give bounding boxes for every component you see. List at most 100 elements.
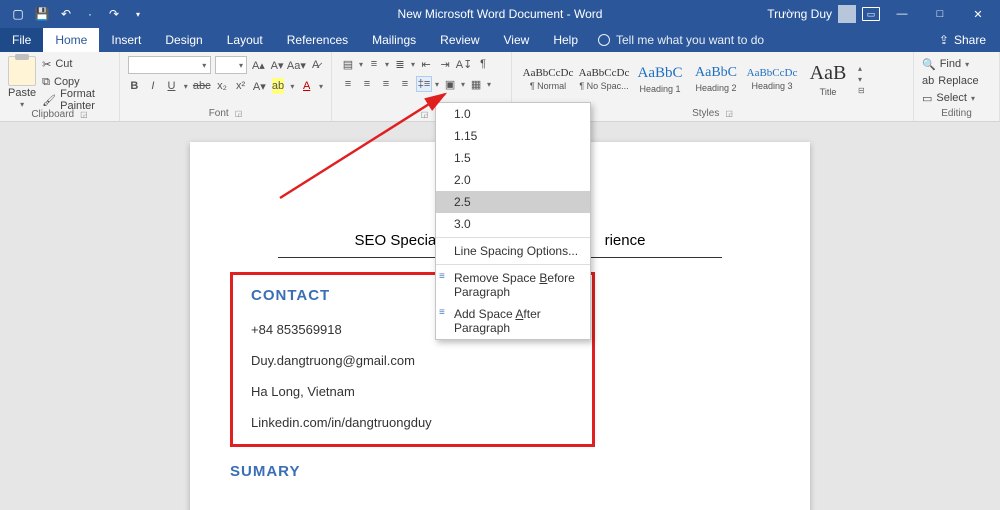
tab-insert[interactable]: Insert: [99, 28, 153, 52]
redo-icon[interactable]: ↷: [104, 7, 124, 21]
dialog-launcher-icon[interactable]: ◲: [235, 109, 243, 118]
tell-me-search[interactable]: Tell me what you want to do: [598, 28, 764, 52]
increase-indent-icon[interactable]: ⇥: [437, 56, 453, 72]
ribbon-display-options-icon[interactable]: ▭: [862, 7, 880, 21]
grow-font-icon[interactable]: A▴: [251, 57, 266, 73]
copy-label: Copy: [54, 76, 80, 88]
chevron-down-icon[interactable]: ▾: [487, 80, 491, 89]
chevron-down-icon: ▾: [971, 94, 975, 103]
group-clipboard: Paste ▾ ✂Cut ⧉Copy 🖌Format Painter Clipb…: [0, 52, 120, 121]
add-space-after[interactable]: ≡Add Space After Paragraph: [436, 303, 590, 339]
autosave-icon[interactable]: ▢: [8, 7, 28, 21]
chevron-down-icon[interactable]: ▾: [461, 80, 465, 89]
user-account[interactable]: Trường Duy: [767, 5, 856, 23]
tab-review[interactable]: Review: [428, 28, 491, 52]
align-left-icon[interactable]: ≡: [340, 76, 356, 92]
tab-design[interactable]: Design: [153, 28, 214, 52]
style-item[interactable]: AaBbCcDc¶ Normal: [520, 56, 576, 102]
text-effects-icon[interactable]: A▾: [253, 78, 266, 94]
minimize-button[interactable]: —: [886, 0, 918, 28]
subscript-button[interactable]: x₂: [216, 78, 229, 94]
line-spacing-option[interactable]: 1.15: [436, 125, 590, 147]
window-title: New Microsoft Word Document - Word: [398, 7, 603, 21]
show-marks-icon[interactable]: ¶: [475, 56, 491, 72]
dialog-launcher-icon[interactable]: ◲: [421, 110, 429, 119]
font-name-combo[interactable]: ▾: [128, 56, 211, 74]
remove-space-before[interactable]: ≡Remove Space Before Paragraph: [436, 267, 590, 303]
contact-linkedin: Linkedin.com/in/dangtruongduy: [251, 415, 574, 430]
line-spacing-option[interactable]: 2.0: [436, 169, 590, 191]
format-painter-button[interactable]: 🖌Format Painter: [42, 92, 111, 108]
cursor-icon: ▭: [922, 92, 932, 105]
chevron-down-icon[interactable]: ▾: [359, 60, 363, 69]
justify-icon[interactable]: ≡: [397, 76, 413, 92]
styles-more-icon[interactable]: ⊟: [858, 86, 874, 95]
paste-icon: [8, 56, 36, 86]
align-right-icon[interactable]: ≡: [378, 76, 394, 92]
tab-home[interactable]: Home: [43, 28, 99, 52]
bold-button[interactable]: B: [128, 78, 141, 94]
maximize-button[interactable]: □: [924, 0, 956, 28]
save-icon[interactable]: 💾: [32, 7, 52, 21]
share-button[interactable]: ⇪ Share: [925, 28, 1000, 52]
font-size-combo[interactable]: ▾: [215, 56, 247, 74]
strikethrough-button[interactable]: abc: [194, 78, 210, 94]
line-spacing-option[interactable]: 1.5: [436, 147, 590, 169]
multilevel-list-icon[interactable]: ≣: [392, 56, 408, 72]
clear-formatting-icon[interactable]: A̷: [308, 57, 323, 73]
dialog-launcher-icon[interactable]: ◲: [725, 109, 733, 118]
underline-button[interactable]: U: [165, 78, 178, 94]
close-button[interactable]: ✕: [962, 0, 994, 28]
superscript-button[interactable]: x²: [234, 78, 247, 94]
shading-icon[interactable]: ▣: [442, 76, 458, 92]
line-spacing-options[interactable]: Line Spacing Options...: [436, 240, 590, 262]
change-case-icon[interactable]: Aa▾: [288, 57, 304, 73]
doc-subtitle-left: SEO Specia: [355, 232, 437, 249]
style-item[interactable]: AaBbCcDc¶ No Spac...: [576, 56, 632, 102]
line-spacing-option[interactable]: 3.0: [436, 213, 590, 235]
chevron-down-icon[interactable]: ▾: [184, 82, 188, 91]
borders-icon[interactable]: ▦: [468, 76, 484, 92]
decrease-indent-icon[interactable]: ⇤: [418, 56, 434, 72]
select-button[interactable]: ▭Select▾: [922, 90, 991, 106]
chevron-down-icon[interactable]: ▾: [435, 80, 439, 89]
line-spacing-button[interactable]: ‡≡: [416, 76, 432, 92]
style-item[interactable]: AaBTitle: [800, 56, 856, 102]
tab-mailings[interactable]: Mailings: [360, 28, 428, 52]
find-button[interactable]: 🔍Find▾: [922, 56, 991, 72]
line-spacing-options-label: Line Spacing Options...: [454, 244, 578, 258]
style-item[interactable]: AaBbCHeading 1: [632, 56, 688, 102]
style-name: ¶ No Spac...: [579, 81, 628, 91]
styles-group-label: Styles: [692, 108, 719, 119]
chevron-down-icon[interactable]: ▾: [858, 75, 874, 84]
shrink-font-icon[interactable]: A▾: [270, 57, 285, 73]
dialog-launcher-icon[interactable]: ◲: [80, 110, 88, 119]
sort-icon[interactable]: A↧: [456, 56, 472, 72]
font-color-icon[interactable]: A: [300, 78, 313, 94]
align-center-icon[interactable]: ≡: [359, 76, 375, 92]
chevron-down-icon[interactable]: ▾: [319, 82, 323, 91]
italic-button[interactable]: I: [147, 78, 160, 94]
tab-layout[interactable]: Layout: [215, 28, 275, 52]
tab-file[interactable]: File: [0, 28, 43, 52]
style-item[interactable]: AaBbCcDcHeading 3: [744, 56, 800, 102]
bullets-icon[interactable]: ▤: [340, 56, 356, 72]
undo-icon[interactable]: ↶: [56, 7, 76, 21]
line-spacing-option[interactable]: 1.0: [436, 103, 590, 125]
line-spacing-option[interactable]: 2.5: [436, 191, 590, 213]
replace-button[interactable]: abReplace: [922, 73, 991, 89]
group-editing: 🔍Find▾ abReplace ▭Select▾ Editing: [914, 52, 1000, 121]
chevron-up-icon[interactable]: ▴: [858, 64, 874, 73]
chevron-down-icon[interactable]: ▾: [290, 82, 294, 91]
chevron-down-icon[interactable]: ▾: [411, 60, 415, 69]
tab-view[interactable]: View: [492, 28, 542, 52]
qat-more-icon[interactable]: ▾: [128, 10, 148, 19]
numbering-icon[interactable]: ≡: [366, 56, 382, 72]
tab-help[interactable]: Help: [541, 28, 590, 52]
highlight-icon[interactable]: ab: [272, 78, 285, 94]
tab-references[interactable]: References: [275, 28, 360, 52]
chevron-down-icon[interactable]: ▾: [385, 60, 389, 69]
cut-button[interactable]: ✂Cut: [42, 56, 111, 72]
paste-button[interactable]: Paste ▾: [8, 56, 36, 109]
style-item[interactable]: AaBbCHeading 2: [688, 56, 744, 102]
